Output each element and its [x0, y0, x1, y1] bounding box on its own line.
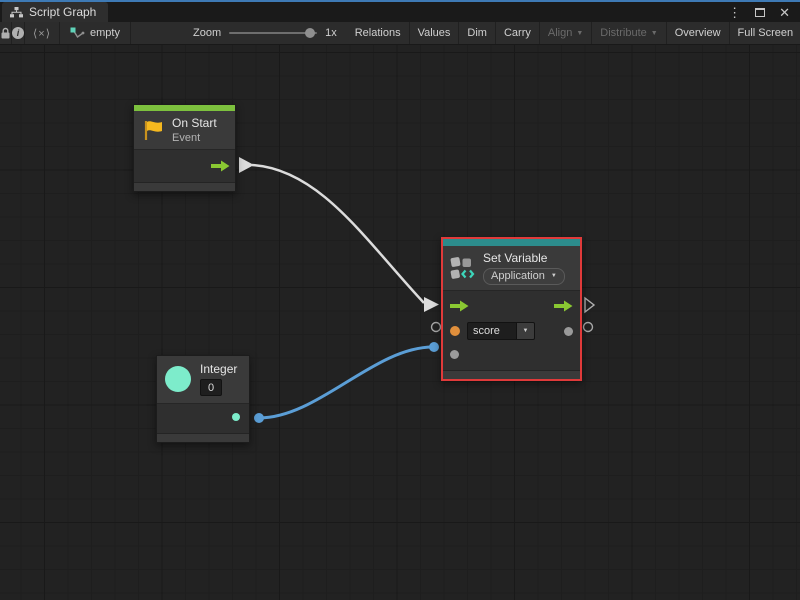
integer-type-icon — [165, 366, 191, 392]
zoom-slider-handle[interactable] — [305, 28, 315, 38]
zoom-slider[interactable] — [229, 32, 317, 34]
dim-button[interactable]: Dim — [459, 22, 496, 44]
node-header: Integer 0 — [157, 356, 249, 404]
scope-label: Application — [491, 270, 545, 282]
wire-layer — [0, 45, 800, 600]
variable-name-row: score ▼ — [443, 319, 580, 343]
tab-title: Script Graph — [29, 5, 96, 19]
variable-color-bar — [443, 239, 580, 246]
title-bar: Script Graph ⋮ ✕ — [0, 0, 800, 22]
code-brackets-icon: ⟨×⟩ — [33, 27, 51, 40]
wire-endpoint-dot — [429, 342, 439, 352]
variable-name-input[interactable]: score — [467, 322, 517, 340]
carry-button[interactable]: Carry — [496, 22, 540, 44]
window-menu-icon[interactable]: ⋮ — [728, 6, 741, 19]
tab-script-graph[interactable]: Script Graph — [2, 2, 108, 22]
overview-button[interactable]: Overview — [667, 22, 730, 44]
zoom-control: Zoom 1x — [131, 22, 347, 44]
dropdown-arrow-icon: ▼ — [551, 273, 557, 279]
wire-start-arrow — [239, 157, 254, 173]
graph-toolbar: i ⟨×⟩ empty Zoom 1x Relations Values Dim… — [0, 22, 800, 45]
full-screen-button[interactable]: Full Screen — [730, 22, 800, 44]
zoom-value: 1x — [325, 27, 337, 39]
dropdown-arrow-icon: ▼ — [651, 30, 658, 37]
value-input-row — [443, 343, 580, 365]
window-controls: ⋮ ✕ — [728, 6, 800, 22]
value-wire-integer-to-setvariable[interactable] — [259, 347, 433, 418]
node-port-row — [134, 150, 235, 182]
value-output-port[interactable] — [232, 413, 240, 421]
node-title: On Start — [172, 116, 217, 130]
variable-name-input-port[interactable] — [450, 326, 460, 336]
window-focus-stripe — [0, 0, 800, 2]
node-integer[interactable]: Integer 0 — [156, 355, 250, 443]
variables-icon — [450, 255, 476, 281]
node-footer — [134, 182, 235, 191]
node-footer — [157, 433, 249, 442]
values-button[interactable]: Values — [410, 22, 460, 44]
node-footer — [443, 370, 580, 379]
inspect-button[interactable]: i — [12, 22, 25, 44]
integer-value-input[interactable]: 0 — [200, 379, 222, 396]
wire-endpoint-dot — [254, 413, 264, 423]
variable-name-field: score ▼ — [467, 322, 535, 340]
variable-scope-dropdown[interactable]: Application ▼ — [483, 268, 565, 285]
flow-output-port[interactable] — [211, 160, 230, 172]
flow-wire-onstart-to-setvariable[interactable] — [252, 165, 424, 303]
distribute-button: Distribute▼ — [592, 22, 666, 44]
lock-button[interactable] — [0, 22, 12, 44]
dropdown-arrow-icon: ▼ — [576, 30, 583, 37]
variable-output-port[interactable] — [564, 327, 573, 336]
graph-canvas[interactable]: On Start Event Integer 0 — [0, 45, 800, 600]
graph-hierarchy-icon — [10, 7, 23, 18]
node-title: Set Variable — [483, 251, 565, 265]
variable-name-dropdown-button[interactable]: ▼ — [517, 322, 535, 340]
flow-input-port[interactable] — [450, 300, 469, 312]
node-header: On Start Event — [134, 111, 235, 150]
maximize-icon[interactable] — [755, 8, 765, 17]
graph-pointer-icon — [70, 27, 85, 40]
graph-status-label: empty — [90, 27, 120, 39]
lock-icon — [0, 27, 11, 40]
script-graph-window: Script Graph ⋮ ✕ i ⟨×⟩ empty — [0, 0, 800, 600]
flow-port-row — [443, 293, 580, 319]
align-button: Align▼ — [540, 22, 592, 44]
node-set-variable[interactable]: Set Variable Application ▼ scor — [441, 237, 582, 381]
code-preview-button[interactable]: ⟨×⟩ — [25, 22, 60, 44]
node-header: Set Variable Application ▼ — [443, 246, 580, 291]
zoom-label: Zoom — [193, 27, 221, 39]
graph-status: empty — [60, 22, 131, 44]
unconnected-input-port-indicator[interactable] — [432, 323, 441, 332]
close-icon[interactable]: ✕ — [779, 6, 790, 19]
flow-output-port[interactable] — [554, 300, 573, 312]
info-icon: i — [12, 27, 24, 39]
flag-icon — [142, 119, 164, 142]
toolbar-buttons: Relations Values Dim Carry Align▼ Distri… — [347, 22, 800, 44]
unconnected-output-port-indicator[interactable] — [584, 323, 593, 332]
value-input-port[interactable] — [450, 350, 459, 359]
wire-end-arrow — [424, 297, 439, 312]
dropdown-arrow-icon: ▼ — [523, 328, 529, 334]
node-port-row — [157, 404, 249, 430]
node-subtitle: Event — [172, 132, 217, 144]
unconnected-flow-output-indicator[interactable] — [585, 298, 594, 312]
relations-button[interactable]: Relations — [347, 22, 410, 44]
node-title: Integer — [200, 362, 237, 376]
node-on-start[interactable]: On Start Event — [133, 104, 236, 192]
